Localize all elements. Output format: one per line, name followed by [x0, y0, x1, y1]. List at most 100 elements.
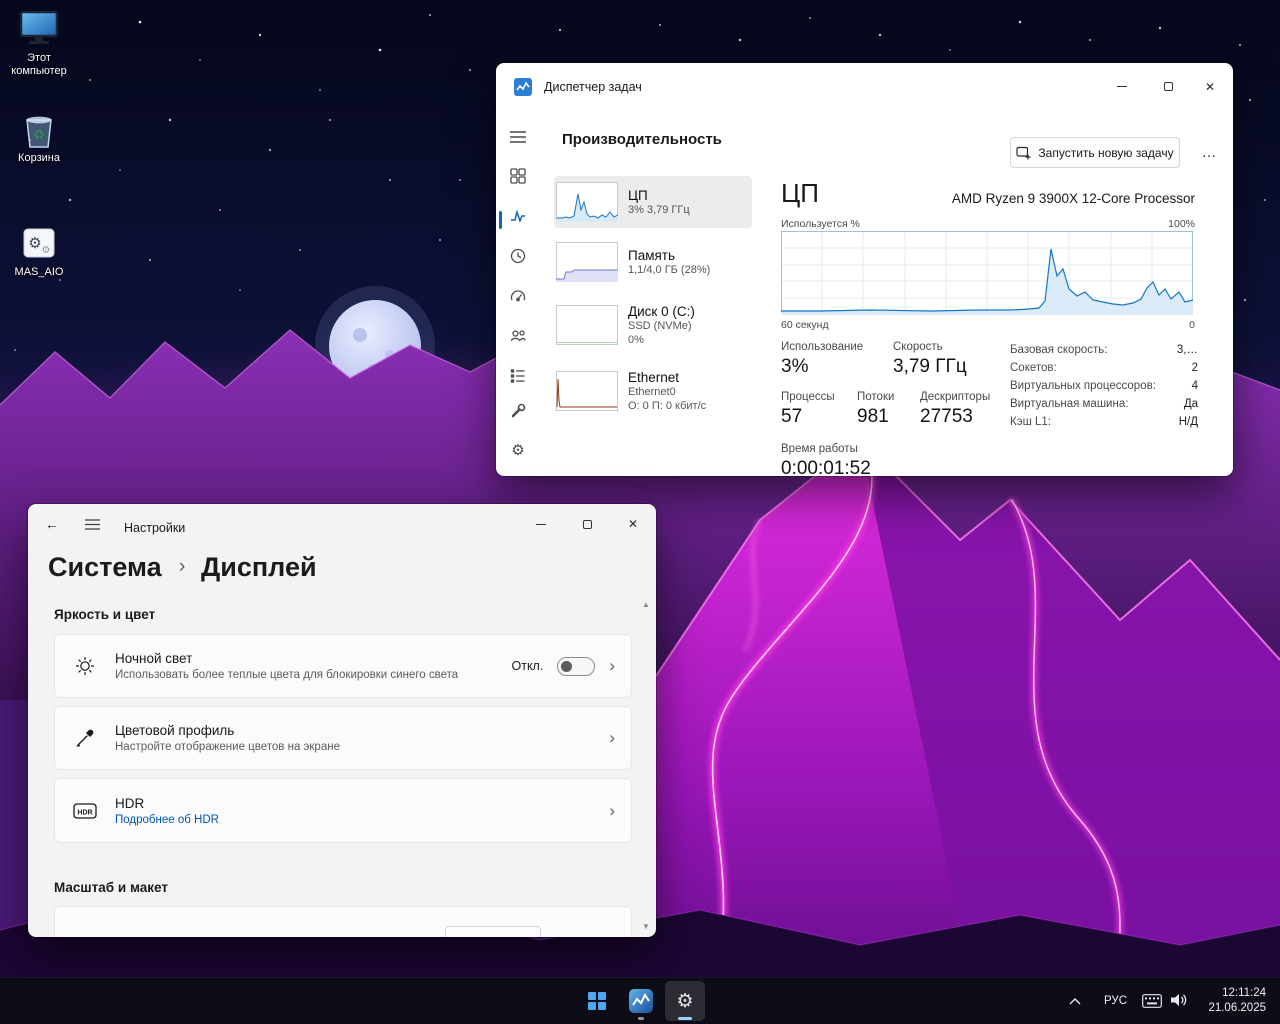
app-history-icon[interactable]	[509, 247, 527, 265]
details-icon[interactable]	[509, 367, 527, 385]
desktop-icon-label: Корзина	[18, 152, 60, 164]
stat-threads: Потоки 981	[857, 391, 895, 427]
night-light-toggle[interactable]	[557, 656, 596, 676]
taskbar-clock[interactable]: 12:11:24 21.06.2025	[1208, 986, 1266, 1016]
chevron-right-icon: ›	[609, 728, 615, 747]
scale-card[interactable]: Масштаб	[54, 906, 632, 937]
maximize-button[interactable]	[1145, 63, 1191, 110]
section-scale: Масштаб и макет	[54, 880, 168, 895]
hdr-icon: HDR	[55, 802, 115, 820]
hdr-card[interactable]: HDR HDR Подробнее об HDR ›	[54, 778, 632, 843]
perf-item-cpu[interactable]: ЦП 3% 3,79 ГГц	[554, 176, 752, 228]
window-title: Настройки	[124, 521, 186, 535]
scrollbar-down-icon[interactable]: ▼	[642, 922, 650, 931]
scale-dropdown[interactable]	[445, 926, 541, 937]
taskbar-settings-button[interactable]: ⚙	[665, 981, 705, 1021]
cpu-detail-title: ЦП	[781, 178, 819, 208]
info-virtual-machine: Виртуальная машина: Да	[1010, 398, 1198, 410]
active-indicator	[678, 1017, 692, 1020]
recycle-bin-icon: ♻	[0, 106, 78, 152]
breadcrumb-current: Дисплей	[201, 552, 317, 582]
perf-item-ethernet[interactable]: Ethernet Ethernet0 О: 0 П: 0 кбит/с	[554, 362, 752, 420]
clock-date: 21.06.2025	[1208, 1002, 1266, 1014]
stat-uptime: Время работы 0:00:01:52	[781, 443, 871, 476]
page-title: Производительность	[562, 131, 722, 148]
breadcrumb-parent[interactable]: Система	[48, 552, 162, 583]
settings-window: ← Настройки ✕ Система › Дисплей Яркость …	[28, 504, 656, 937]
color-profile-icon	[55, 727, 115, 749]
info-sockets: Сокетов: 2	[1010, 362, 1198, 374]
task-manager-window: Диспетчер задач ✕ ⚙ Производительность З…	[496, 63, 1233, 476]
more-options-button[interactable]: …	[1196, 137, 1223, 168]
desktop-icon-label: Этот компьютер	[11, 52, 67, 77]
task-manager-app-icon	[514, 78, 532, 96]
running-indicator	[638, 1017, 644, 1020]
clock-time: 12:11:24	[1222, 987, 1266, 999]
hdr-learn-more-link[interactable]: Подробнее об HDR	[115, 814, 219, 826]
volume-icon[interactable]	[1170, 992, 1188, 1013]
info-virtual-processors: Виртуальных процессоров: 4	[1010, 380, 1198, 392]
cpu-mini-graph	[556, 182, 618, 222]
minimize-button[interactable]	[518, 504, 564, 544]
performance-icon[interactable]	[509, 207, 527, 225]
desktop-icon-recycle-bin[interactable]: ♻ Корзина	[0, 106, 78, 165]
startup-apps-icon[interactable]	[509, 287, 527, 305]
close-button[interactable]: ✕	[610, 504, 656, 544]
keyboard-icon[interactable]	[1142, 994, 1162, 1013]
taskbar: ⚙ РУС 12:11:24 21.06.2025	[0, 977, 1280, 1024]
stat-handles: Дескрипторы 27753	[920, 391, 991, 427]
graph-x-min: 0	[1189, 319, 1195, 331]
users-icon[interactable]	[509, 327, 527, 345]
disk-mini-graph	[556, 305, 618, 345]
graph-x-label: 60 секунд	[781, 319, 829, 331]
back-button[interactable]: ←	[36, 504, 68, 544]
stat-usage: Использование 3%	[781, 341, 864, 377]
stat-speed: Скорость 3,79 ГГц	[893, 341, 967, 377]
chevron-right-icon: ›	[609, 800, 615, 820]
cpu-usage-graph	[781, 231, 1193, 315]
svg-text:⚙: ⚙	[28, 235, 41, 252]
ethernet-mini-graph	[556, 371, 618, 411]
menu-icon[interactable]	[509, 128, 527, 146]
run-new-task-button[interactable]: Запустить новую задачу	[1010, 137, 1180, 168]
tm-settings-icon[interactable]: ⚙	[509, 441, 527, 459]
maximize-button[interactable]	[564, 504, 610, 544]
close-button[interactable]: ✕	[1187, 63, 1233, 110]
section-brightness: Яркость и цвет	[54, 607, 156, 622]
desktop-icon-label: MAS_AIO	[14, 266, 64, 278]
stat-processes: Процессы 57	[781, 391, 835, 427]
nav-menu-icon[interactable]	[76, 504, 108, 544]
graph-y-label: Используется %	[781, 218, 860, 230]
night-light-state: Откл.	[511, 659, 544, 673]
cpu-processor-name: AMD Ryzen 9 3900X 12-Core Processor	[951, 191, 1195, 206]
processes-icon[interactable]	[509, 167, 527, 185]
new-task-icon	[1016, 146, 1031, 159]
task-manager-taskbar-icon	[629, 989, 653, 1013]
active-nav-indicator	[499, 211, 502, 229]
taskbar-task-manager-button[interactable]	[621, 981, 661, 1021]
window-title: Диспетчер задач	[544, 80, 642, 94]
svg-text:♻: ♻	[33, 127, 45, 142]
windows-logo-icon	[588, 992, 606, 1010]
tray-chevron-up-icon[interactable]	[1062, 988, 1088, 1014]
breadcrumb-separator-icon: ›	[179, 556, 186, 577]
minimize-button[interactable]	[1099, 63, 1145, 110]
start-button[interactable]	[577, 981, 617, 1021]
desktop-icon-mas-aio[interactable]: ⚙ ⚙ MAS_AIO	[0, 220, 78, 279]
info-base-speed: Базовая скорость: 3,…	[1010, 344, 1198, 356]
color-profile-card[interactable]: Цветовой профиль Настройте отображение ц…	[54, 706, 632, 770]
mas-aio-icon: ⚙ ⚙	[0, 220, 78, 266]
info-l1-cache: Кэш L1: Н/Д	[1010, 416, 1198, 428]
desktop-icon-this-pc[interactable]: Этот компьютер	[0, 6, 78, 78]
svg-text:⚙: ⚙	[42, 245, 51, 256]
perf-item-memory[interactable]: Память 1,1/4,0 ГБ (28%)	[554, 236, 752, 288]
memory-mini-graph	[556, 242, 618, 282]
night-light-icon	[55, 655, 115, 677]
language-indicator[interactable]: РУС	[1104, 995, 1127, 1007]
chevron-right-icon: ›	[609, 656, 615, 675]
settings-gear-icon: ⚙	[676, 990, 694, 1012]
scrollbar-up-icon[interactable]: ▲	[642, 600, 650, 609]
perf-item-disk[interactable]: Диск 0 (C:) SSD (NVMe) 0%	[554, 296, 752, 354]
night-light-card[interactable]: Ночной свет Использовать более теплые цв…	[54, 634, 632, 698]
services-icon[interactable]	[509, 402, 527, 420]
